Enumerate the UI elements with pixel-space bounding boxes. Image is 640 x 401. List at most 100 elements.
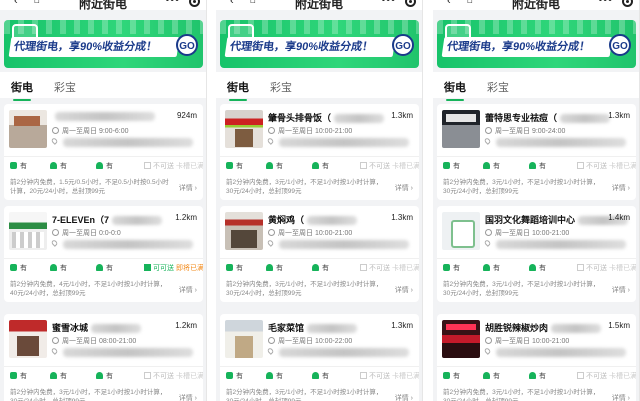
more-icon[interactable]: •••	[381, 0, 396, 6]
store-card[interactable]: 黄焖鸡（ 1.3km 周一至周日 10:00-21:00 有 有 有 不可送 卡槽已满 前2分钟…	[220, 206, 419, 302]
android-icon	[266, 372, 273, 379]
detail-link[interactable]: 详情	[612, 393, 630, 401]
store-distance: 1.3km	[391, 213, 413, 222]
slot-status: 卡槽已满	[176, 373, 203, 380]
store-card[interactable]: 蕾特思专业祛痘（ 1.3km 周一至周日 9:00-24:00 有 有 有 不可送 卡槽已满前…	[437, 104, 636, 200]
availability-label: 有	[493, 265, 500, 272]
android-icon	[50, 372, 57, 379]
availability-label: 有	[453, 163, 460, 170]
detail-link[interactable]: 详情	[179, 285, 197, 295]
store-distance: 1.2km	[175, 213, 197, 222]
redacted-text	[307, 324, 358, 334]
store-distance: 1.2km	[175, 321, 197, 330]
store-hours-row: 周一至周日 10:00-21:00	[268, 126, 352, 136]
store-name-row: 国羽文化舞蹈培训中心	[485, 213, 629, 226]
store-name-row: 毛家菜馆	[268, 321, 358, 334]
location-pin-icon	[483, 137, 492, 146]
store-hours-row: 周一至周日 10:00-21:00	[485, 228, 569, 238]
store-name-row: 黄焖鸡（	[268, 213, 358, 226]
more-icon[interactable]: •••	[598, 0, 613, 6]
agent-promo-banner[interactable]: 代理街电，享90%收益分成！ GO	[4, 20, 203, 68]
go-button[interactable]: GO	[392, 34, 414, 56]
wireless-label: 可可送	[153, 265, 174, 272]
detail-link[interactable]: 详情	[395, 285, 413, 295]
tab-brand[interactable]: 彩宝	[487, 79, 509, 95]
detail-link[interactable]: 详情	[612, 285, 630, 295]
redacted-text	[55, 112, 155, 122]
store-card[interactable]: 7-ELEVEn（7 1.2km 周一至周日 0:0-0:0 有 有 有 可可送 即将已满 前2…	[4, 206, 203, 302]
tab-brand[interactable]: 街电	[11, 79, 33, 101]
cable-availability: 有	[10, 371, 27, 381]
store-card[interactable]: 胡胜锐辣椒炒肉 1.5km 周一至周日 10:00-21:00 有 有 有 不可送 卡槽已满前…	[437, 314, 636, 401]
store-photo	[442, 320, 480, 358]
store-name: 国羽文化舞蹈培训中心	[485, 215, 576, 225]
wireless-status: 不可送 卡槽已满	[360, 263, 419, 273]
location-pin-icon	[50, 347, 59, 356]
wireless-status: 不可送 卡槽已满	[577, 371, 636, 381]
store-address-row	[50, 137, 193, 147]
slot-status: 卡槽已满	[609, 163, 636, 170]
availability-row: 有 有 有 不可送 卡槽已满	[220, 258, 419, 272]
clock-icon	[485, 127, 492, 134]
availability-label: 有	[322, 163, 329, 170]
android-icon	[483, 162, 490, 169]
pricing-text: 前2分钟内免费，3元/1小时，不足1小时按1小时计算，30元/24小时，总封顶9…	[443, 389, 600, 401]
cable-availability: 有	[443, 161, 460, 171]
store-card[interactable]: 924m 周一至周日 9:00-6:00 有 有 有 不可送 卡槽已满 前2分钟内免费，1.5…	[4, 104, 203, 200]
store-hours: 周一至周日 10:00-21:00	[278, 230, 353, 237]
store-card[interactable]: 肇骨头排骨饭（ 1.3km 周一至周日 10:00-21:00 有 有 有 不可送 卡槽已满前…	[220, 104, 419, 200]
detail-link[interactable]: 详情	[395, 183, 413, 193]
agent-promo-banner[interactable]: 代理街电，享90%收益分成！ GO	[220, 20, 419, 68]
redacted-address	[496, 138, 626, 147]
availability-label: 有	[20, 373, 27, 380]
availability-label: 有	[539, 163, 546, 170]
detail-link[interactable]: 详情	[179, 183, 197, 193]
agent-promo-banner[interactable]: 代理街电，享90%收益分成！ GO	[437, 20, 636, 68]
go-button[interactable]: GO	[609, 34, 631, 56]
availability-label: 有	[236, 265, 243, 272]
wireless-label: 不可送	[369, 163, 390, 170]
store-card[interactable]: 国羽文化舞蹈培训中心 1.4km 周一至周日 10:00-21:00 有 有 有 不可送 卡槽…	[437, 206, 636, 302]
store-name-row: 7-ELEVEn（7	[52, 213, 163, 226]
detail-link[interactable]: 详情	[179, 393, 197, 401]
store-card[interactable]: 蜜雪冰城 1.2km 周一至周日 08:00-21:00 有 有 有 不可送 卡槽已满 前2分钟…	[4, 314, 203, 401]
tab-brand[interactable]: 彩宝	[270, 79, 292, 95]
wireless-status: 不可送 卡槽已满	[577, 263, 636, 273]
store-address-row	[483, 137, 626, 147]
phone-panel: ‹ ⌂ 附近街电 ••• 代理街电，享90%收益分成！ GO 街电 彩宝 蕾特思专业祛痘（ 1.3…	[433, 0, 640, 401]
checkbox-icon	[144, 264, 151, 271]
checkbox-icon	[144, 372, 151, 379]
tab-brand[interactable]: 街电	[227, 79, 249, 101]
store-hours-row: 周一至周日 0:0-0:0	[52, 228, 121, 238]
more-icon[interactable]: •••	[165, 0, 180, 6]
availability-row: 有 有 有 不可送 卡槽已满	[4, 366, 203, 380]
store-card[interactable]: 毛家菜馆 1.3km 周一至周日 10:00-22:00 有 有 有 不可送 卡槽已满 前2分钟…	[220, 314, 419, 401]
tab-brand[interactable]: 彩宝	[54, 79, 76, 95]
detail-link[interactable]: 详情	[395, 393, 413, 401]
go-button[interactable]: GO	[176, 34, 198, 56]
availability-row: 有 有 有 不可送 卡槽已满	[437, 156, 636, 170]
location-pin-icon	[266, 137, 275, 146]
store-name-row: 肇骨头排骨饭（	[268, 111, 385, 124]
availability-label: 有	[236, 163, 243, 170]
store-distance: 1.5km	[608, 321, 630, 330]
availability-label: 有	[539, 265, 546, 272]
checkbox-icon	[577, 162, 584, 169]
store-photo	[225, 110, 263, 148]
clock-icon	[52, 127, 59, 134]
availability-label: 有	[276, 265, 283, 272]
store-photo	[442, 110, 480, 148]
android-icon	[312, 264, 319, 271]
store-address-row	[266, 347, 409, 357]
location-pin-icon	[483, 347, 492, 356]
availability-row: 有 有 有 不可送 卡槽已满	[437, 258, 636, 272]
pricing-text: 前2分钟内免费，1.5元/0.5小时，不足0.5小时按0.5小时计算，20元/2…	[10, 179, 169, 195]
store-photo	[9, 110, 47, 148]
availability-label: 有	[276, 373, 283, 380]
redacted-address	[496, 348, 626, 357]
detail-link[interactable]: 详情	[612, 183, 630, 193]
tab-brand[interactable]: 街电	[444, 79, 466, 101]
redacted-text	[112, 216, 163, 226]
store-photo	[9, 320, 47, 358]
store-hours: 周一至周日 08:00-21:00	[62, 338, 137, 345]
